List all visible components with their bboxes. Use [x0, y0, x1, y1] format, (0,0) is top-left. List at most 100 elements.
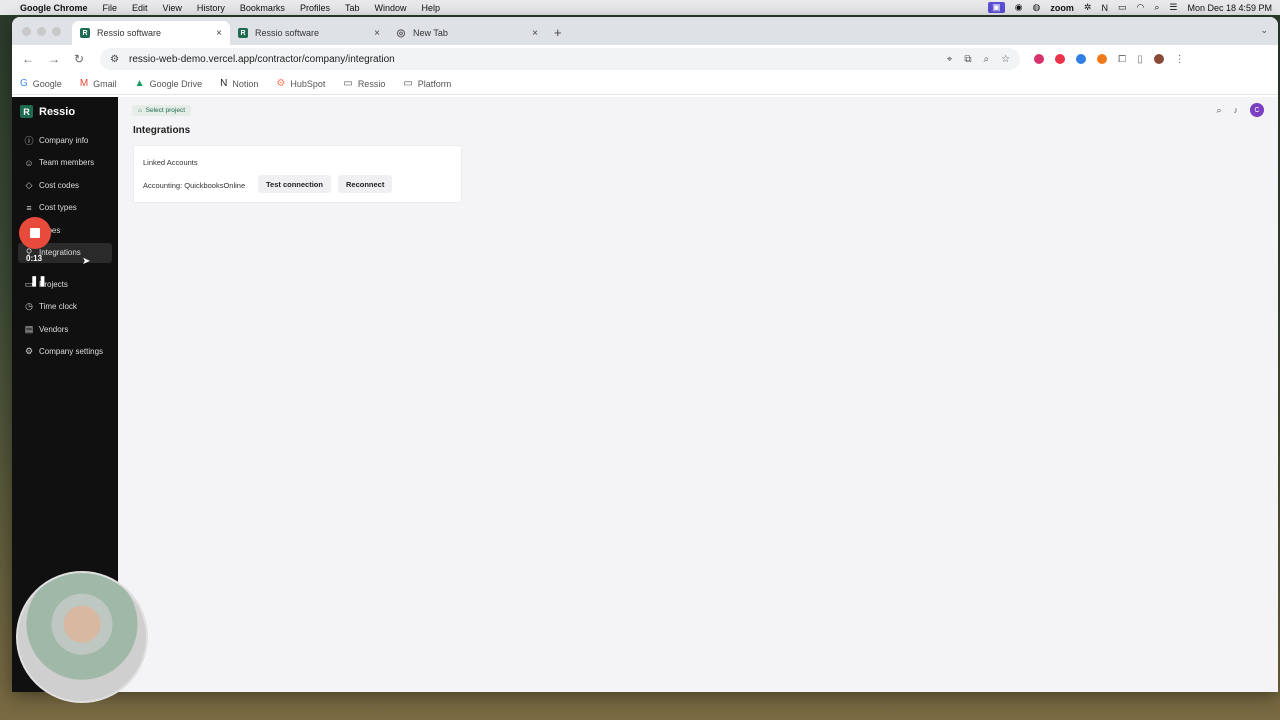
search-icon[interactable]: ⌕	[1216, 105, 1221, 116]
close-window-button[interactable]	[22, 27, 31, 36]
status-icon[interactable]: ◉	[1015, 2, 1023, 13]
google-icon: G	[20, 78, 28, 89]
stop-recording-button[interactable]	[19, 217, 51, 249]
ressio-favicon-icon: R	[80, 28, 90, 38]
ressio-logo-icon: R	[20, 105, 33, 118]
card-title: Linked Accounts	[143, 158, 198, 167]
extension-icon[interactable]	[1055, 54, 1066, 64]
bookmark-ressio[interactable]: ▭ Ressio	[343, 78, 385, 89]
bookmark-hubspot[interactable]: ⚙ HubSpot	[276, 78, 325, 89]
site-info-icon[interactable]: ⚙	[110, 54, 119, 65]
brand[interactable]: R Ressio	[12, 105, 118, 118]
sidebar-item-vendors[interactable]: ▤ Vendors	[18, 319, 112, 339]
profile-avatar[interactable]	[1153, 54, 1164, 64]
sidebar-item-company-settings[interactable]: ⚙ Company settings	[18, 342, 112, 362]
location-icon[interactable]: ⌖	[947, 54, 953, 65]
notion-icon: N	[220, 78, 228, 89]
search-icon[interactable]: ⌕	[1154, 2, 1159, 13]
status-icons: ▣ ◉ ◍ zoom ✲ N ▭ ◠ ⌕ ☰ Mon Dec 18 4:59 P…	[988, 2, 1272, 13]
close-tab-icon[interactable]: ×	[374, 28, 380, 39]
menu-edit[interactable]: Edit	[132, 3, 148, 13]
menu-history[interactable]: History	[197, 3, 225, 13]
extension-icon[interactable]	[1097, 54, 1108, 64]
tab-new-tab[interactable]: ◎ New Tab ×	[388, 21, 546, 45]
reconnect-button[interactable]: Reconnect	[338, 175, 393, 193]
folder-icon: ▭	[403, 78, 413, 89]
main-content: ⌂ Select project Integrations Linked Acc…	[118, 97, 1278, 692]
sidebar-item-cost-codes[interactable]: ◇ Cost codes	[18, 175, 112, 195]
zoom-status[interactable]: zoom	[1050, 3, 1074, 13]
window-controls	[22, 27, 61, 36]
new-tab-button[interactable]: +	[554, 25, 562, 40]
bookmark-star-icon[interactable]: ☆	[1001, 54, 1010, 65]
test-connection-button[interactable]: Test connection	[258, 175, 331, 193]
clock-icon: ◷	[25, 301, 33, 311]
brand-name: Ressio	[39, 105, 76, 118]
menu-help[interactable]: Help	[421, 3, 440, 13]
bookmark-platform[interactable]: ▭ Platform	[403, 78, 451, 89]
zoom-icon[interactable]: ⌕	[983, 54, 989, 65]
user-avatar[interactable]: C	[1250, 103, 1264, 117]
menu-window[interactable]: Window	[374, 3, 406, 13]
wifi-icon[interactable]: ◠	[1136, 2, 1144, 13]
reload-icon[interactable]: ↻	[74, 52, 84, 66]
menu-bookmarks[interactable]: Bookmarks	[240, 3, 285, 13]
side-panel-icon[interactable]: ▯	[1137, 54, 1143, 65]
screen-record-icon[interactable]: ▣	[988, 2, 1005, 13]
select-project-pill[interactable]: ⌂ Select project	[132, 105, 192, 116]
menu-app-name[interactable]: Google Chrome	[20, 3, 88, 13]
pause-icon[interactable]: ❚❚	[30, 276, 47, 287]
gear-icon: ⚙	[24, 346, 34, 356]
extension-icon[interactable]	[1034, 54, 1045, 64]
install-app-icon[interactable]: ⧉	[964, 54, 971, 65]
battery-icon[interactable]: ▭	[1118, 2, 1127, 13]
puzzle-icon[interactable]: ⧠	[1118, 54, 1126, 65]
menu-view[interactable]: View	[163, 3, 182, 13]
tab-ressio-1[interactable]: R Ressio software ×	[72, 21, 230, 45]
kebab-menu-icon[interactable]: ⋮	[1175, 54, 1185, 65]
header-actions: ⌕ ♪ C	[1216, 103, 1264, 117]
bookmark-google[interactable]: G Google	[20, 78, 62, 89]
close-tab-icon[interactable]: ×	[216, 28, 222, 39]
home-icon: ⌂	[138, 107, 142, 114]
close-tab-icon[interactable]: ×	[532, 28, 538, 39]
gear-icon[interactable]: ✲	[1084, 2, 1092, 13]
sidebar-item-time-clock[interactable]: ◷ Time clock	[18, 297, 112, 317]
url-text[interactable]: ressio-web-demo.vercel.app/contractor/co…	[129, 54, 395, 65]
bookmark-google-drive[interactable]: ▲ Google Drive	[135, 78, 202, 89]
tab-ressio-2[interactable]: R Ressio software ×	[230, 21, 388, 45]
tab-strip: R Ressio software × R Ressio software × …	[12, 17, 1278, 45]
chevron-down-icon[interactable]: ⌄	[1260, 25, 1268, 36]
menu-tab[interactable]: Tab	[345, 3, 360, 13]
forward-arrow-icon[interactable]: →	[48, 52, 60, 66]
gmail-icon: M	[79, 78, 89, 89]
drive-icon: ▲	[134, 78, 145, 89]
macos-menubar: Google Chrome File Edit View History Boo…	[0, 0, 1280, 15]
minimize-window-button[interactable]	[37, 27, 46, 36]
bookmark-notion[interactable]: N Notion	[220, 78, 258, 89]
notion-status-icon[interactable]: N	[1101, 3, 1108, 13]
maximize-window-button[interactable]	[52, 27, 61, 36]
bookmark-gmail[interactable]: M Gmail	[80, 78, 117, 89]
info-icon: ⓘ	[24, 135, 34, 146]
extension-icon[interactable]	[1076, 54, 1087, 64]
address-bar[interactable]: ⚙ ressio-web-demo.vercel.app/contractor/…	[100, 48, 1021, 70]
sidebar-item-cost-types[interactable]: ≡ Cost types	[18, 198, 112, 218]
status-icon[interactable]: ◍	[1033, 2, 1041, 13]
clock-text[interactable]: Mon Dec 18 4:59 PM	[1187, 3, 1272, 13]
webcam-bubble	[16, 571, 148, 703]
sidebar-item-company-info[interactable]: ⓘ Company info	[18, 130, 112, 150]
recording-timer: 0:13	[26, 254, 43, 263]
browser-window: R Ressio software × R Ressio software × …	[12, 17, 1278, 692]
tab-title: New Tab	[413, 28, 448, 38]
accounting-label: Accounting: QuickbooksOnline	[143, 181, 246, 190]
hubspot-icon: ⚙	[276, 78, 286, 89]
ressio-app: R Ressio ⓘ Company info ☺ Team members ◇ Co…	[12, 97, 1278, 692]
menu-file[interactable]: File	[103, 3, 118, 13]
back-arrow-icon[interactable]: ←	[22, 52, 34, 66]
control-center-icon[interactable]: ☰	[1169, 2, 1177, 13]
sidebar-item-team-members[interactable]: ☺ Team members	[18, 153, 112, 173]
folder-icon: ▭	[343, 78, 353, 89]
menu-profiles[interactable]: Profiles	[300, 3, 330, 13]
bell-icon[interactable]: ♪	[1234, 105, 1239, 115]
